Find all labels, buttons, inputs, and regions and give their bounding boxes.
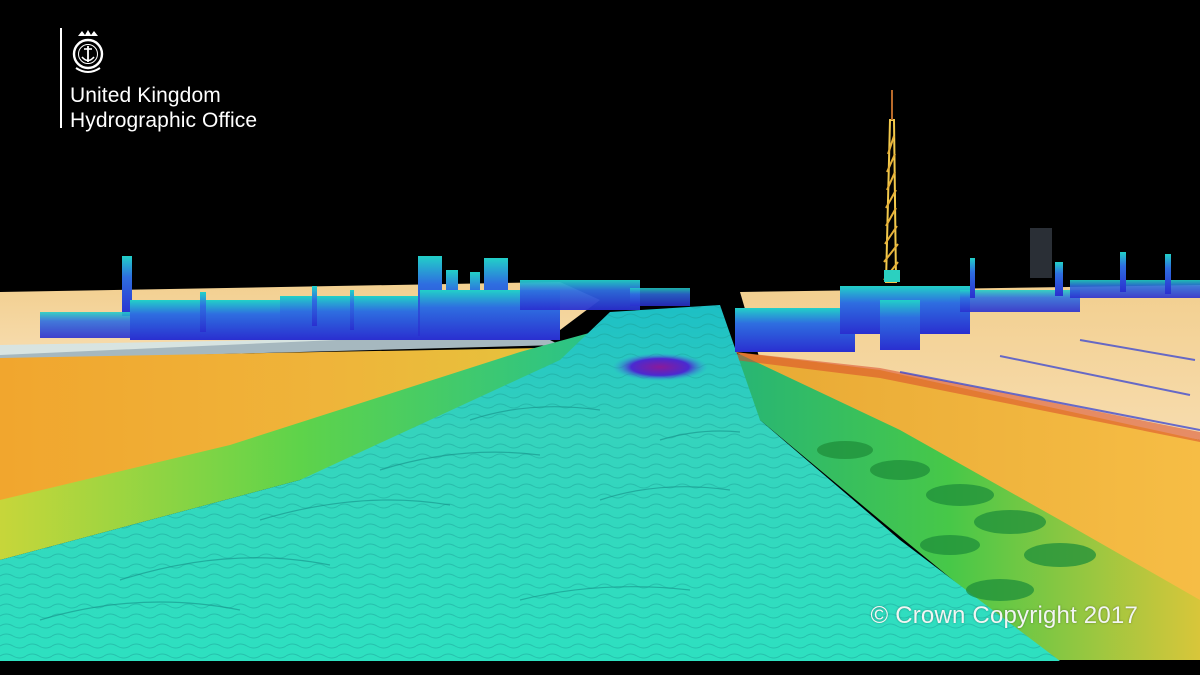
- crown-anchor-crest-icon: [72, 30, 104, 73]
- channel-depression: [612, 353, 708, 381]
- logo-divider: [60, 28, 62, 128]
- logo-text-line1: United Kingdom: [70, 84, 221, 107]
- bottom-letterbox: [0, 661, 1200, 675]
- lattice-tower: [883, 90, 900, 283]
- copyright-notice: © Crown Copyright 2017: [870, 602, 1138, 629]
- logo-text-line2: Hydrographic Office: [70, 109, 258, 132]
